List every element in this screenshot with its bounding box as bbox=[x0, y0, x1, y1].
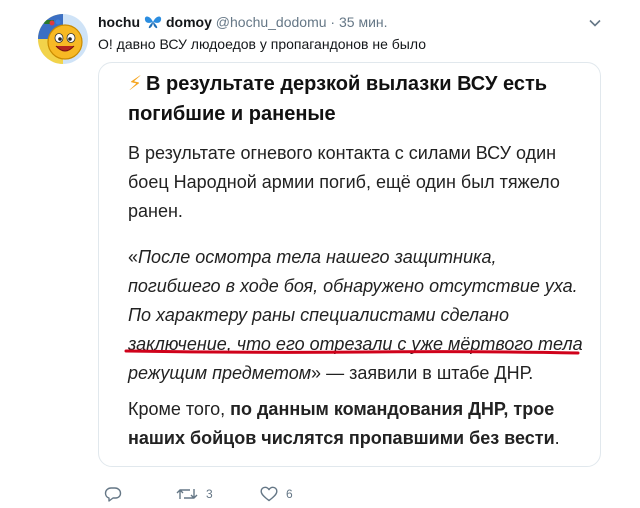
quote-open: « bbox=[128, 247, 139, 267]
article-paragraph-2: «После осмотра тела нашего защитника, по… bbox=[128, 243, 588, 388]
article-title: ⚡ В результате дерзкой вылазки ВСУ есть п… bbox=[128, 69, 578, 129]
retweet-icon bbox=[176, 489, 198, 499]
like-count: 6 bbox=[286, 487, 293, 501]
quote-attribution: — заявили в штабе ДНР. bbox=[321, 363, 534, 383]
article-paragraph-3: Кроме того, по данным командования ДНР, … bbox=[128, 395, 588, 453]
lightning-icon: ⚡ bbox=[128, 73, 143, 95]
tweet-timestamp[interactable]: 35 мин. bbox=[339, 14, 388, 30]
retweet-button[interactable]: 3 bbox=[176, 484, 213, 504]
avatar[interactable] bbox=[38, 14, 88, 64]
display-name-part1[interactable]: hochu bbox=[98, 14, 140, 30]
butterfly-icon bbox=[144, 14, 162, 29]
media-card[interactable]: ⚡ В результате дерзкой вылазки ВСУ есть п… bbox=[98, 62, 601, 467]
red-underline bbox=[124, 349, 580, 355]
avatar-smiley-icon bbox=[38, 14, 88, 64]
reply-icon bbox=[104, 487, 122, 502]
like-button[interactable]: 6 bbox=[260, 484, 293, 504]
display-name-part2[interactable]: domoy bbox=[166, 14, 212, 30]
retweet-count: 3 bbox=[206, 487, 213, 501]
para3-start: Кроме того, bbox=[128, 399, 231, 419]
tweet-header: hochu domoy @hochu_dodomu · 35 мин. bbox=[98, 12, 600, 32]
reply-button[interactable] bbox=[104, 484, 130, 504]
like-icon bbox=[260, 486, 278, 502]
user-handle[interactable]: @hochu_dodomu bbox=[216, 14, 327, 30]
tweet: hochu domoy @hochu_dodomu · 35 мин. О! да… bbox=[0, 0, 640, 508]
tweet-text: О! давно ВСУ людоедов у пропагандонов не… bbox=[98, 36, 426, 52]
article-paragraph-1: В результате огневого контакта с силами … bbox=[128, 143, 560, 221]
separator-dot: · bbox=[330, 14, 336, 30]
para3-end: . bbox=[554, 428, 560, 448]
chevron-down-icon[interactable] bbox=[588, 16, 602, 30]
quote-close: » bbox=[311, 363, 322, 383]
article-title-text: В результате дерзкой вылазки ВСУ есть по… bbox=[128, 73, 548, 125]
